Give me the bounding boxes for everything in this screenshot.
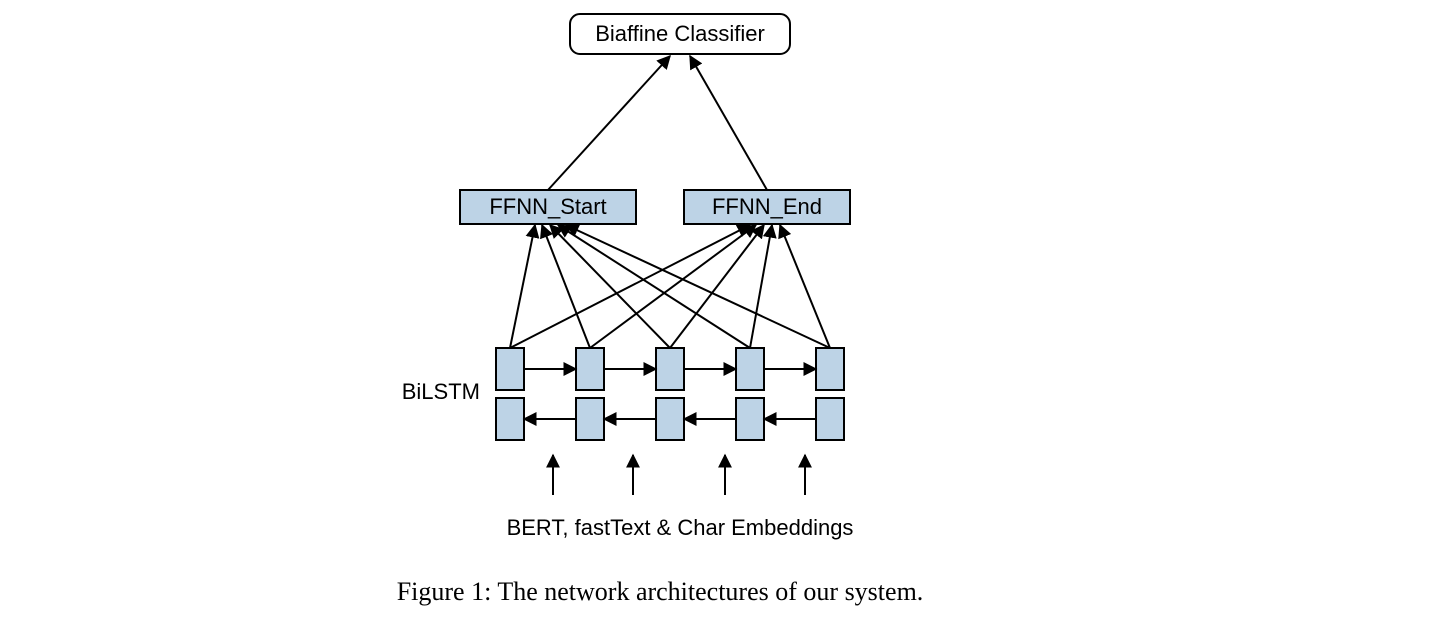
bilstm-bwd-cell-1 <box>496 398 524 440</box>
bilstm-bwd-cell-4 <box>736 398 764 440</box>
bilstm-bwd-cell-2 <box>576 398 604 440</box>
bilstm-bwd-cell-3 <box>656 398 684 440</box>
bilstm-bwd-cell-5 <box>816 398 844 440</box>
bilstm-fwd-cell-1 <box>496 348 524 390</box>
bilstm-label: BiLSTM <box>402 379 480 404</box>
arrow-ffnn-start-to-classifier <box>548 56 670 190</box>
diagram-stage: Biaffine Classifier FFNN_Start FFNN_End <box>280 0 1040 631</box>
arrow-ffnn-end-to-classifier <box>690 56 767 190</box>
bilstm-fwd-cell-5 <box>816 348 844 390</box>
bilstm-fwd-cell-3 <box>656 348 684 390</box>
bilstm-backward-row <box>496 398 844 440</box>
fc-arrows <box>510 225 830 348</box>
ffnn-start-label: FFNN_Start <box>489 194 606 219</box>
biaffine-classifier-label: Biaffine Classifier <box>595 21 765 46</box>
bilstm-forward-row <box>496 348 844 390</box>
ffnn-end-label: FFNN_End <box>712 194 822 219</box>
architecture-diagram: Biaffine Classifier FFNN_Start FFNN_End <box>280 0 1040 631</box>
input-arrows <box>553 455 805 495</box>
bilstm-fwd-cell-4 <box>736 348 764 390</box>
embeddings-label: BERT, fastText & Char Embeddings <box>507 515 854 540</box>
bilstm-fwd-cell-2 <box>576 348 604 390</box>
figure-caption: Figure 1: The network architectures of o… <box>397 577 924 606</box>
